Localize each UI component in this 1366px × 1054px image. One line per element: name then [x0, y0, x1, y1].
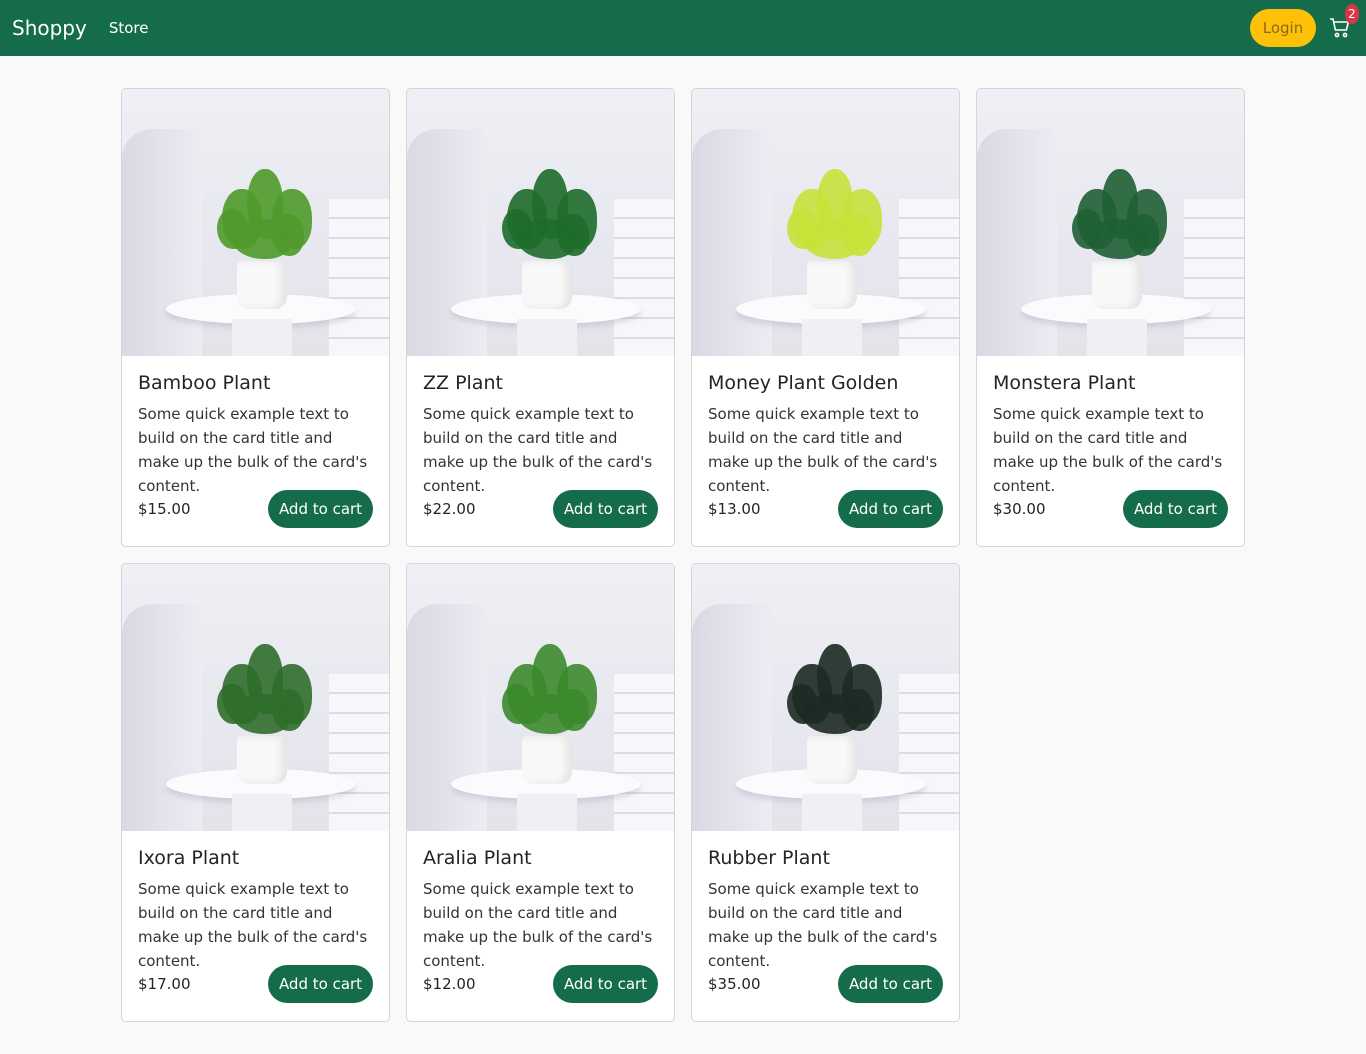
product-card-1: Bamboo Plant Some quick example text to … [121, 88, 390, 547]
card-body: Bamboo Plant Some quick example text to … [122, 356, 389, 544]
cart-count-badge: 2 [1345, 4, 1359, 24]
product-price: $35.00 [708, 975, 761, 993]
product-description: Some quick example text to build on the … [423, 405, 653, 495]
window-backdrop [1184, 199, 1244, 356]
add-to-cart-button[interactable]: Add to cart [1123, 490, 1228, 528]
product-title: Bamboo Plant [138, 372, 271, 394]
chair-backdrop [692, 604, 772, 831]
product-price: $30.00 [993, 500, 1046, 518]
product-card-6: Aralia Plant Some quick example text to … [406, 563, 675, 1022]
leaf-shape [217, 684, 247, 724]
product-card-2: ZZ Plant Some quick example text to buil… [406, 88, 675, 547]
table-leg [802, 794, 862, 831]
add-to-cart-button[interactable]: Add to cart [553, 490, 658, 528]
leaf-shape [502, 209, 532, 249]
add-to-cart-button[interactable]: Add to cart [838, 490, 943, 528]
chair-backdrop [977, 129, 1057, 356]
product-description: Some quick example text to build on the … [138, 880, 368, 970]
table-leg [1087, 319, 1147, 356]
window-backdrop [614, 674, 674, 831]
window-backdrop [899, 199, 959, 356]
window-backdrop [329, 199, 389, 356]
card-body: ZZ Plant Some quick example text to buil… [407, 356, 674, 544]
product-image [407, 564, 674, 831]
plant-pot [807, 736, 857, 784]
plant-pot [237, 261, 287, 309]
product-description: Some quick example text to build on the … [708, 405, 938, 495]
table-leg [232, 794, 292, 831]
product-image [692, 564, 959, 831]
leaf-shape [787, 684, 817, 724]
leaf-shape [842, 214, 874, 256]
leaf-shape [272, 214, 304, 256]
table-leg [232, 319, 292, 356]
leaf-shape [217, 209, 247, 249]
product-image [692, 89, 959, 356]
card-body: Rubber Plant Some quick example text to … [692, 831, 959, 1019]
product-description: Some quick example text to build on the … [708, 880, 938, 970]
leaf-shape [787, 209, 817, 249]
leaf-shape [1072, 209, 1102, 249]
product-price: $13.00 [708, 500, 761, 518]
product-title: Monstera Plant [993, 372, 1136, 394]
leaf-shape [557, 214, 589, 256]
product-price: $12.00 [423, 975, 476, 993]
add-to-cart-button[interactable]: Add to cart [838, 965, 943, 1003]
window-backdrop [614, 199, 674, 356]
leaf-shape [272, 689, 304, 731]
chair-backdrop [407, 129, 487, 356]
product-title: Money Plant Golden [708, 372, 899, 394]
add-to-cart-button[interactable]: Add to cart [553, 965, 658, 1003]
product-card-3: Money Plant Golden Some quick example te… [691, 88, 960, 547]
leaf-shape [502, 684, 532, 724]
card-body: Aralia Plant Some quick example text to … [407, 831, 674, 1019]
cart-button[interactable]: 2 [1328, 4, 1359, 40]
add-to-cart-button[interactable]: Add to cart [268, 965, 373, 1003]
leaf-shape [557, 689, 589, 731]
card-body: Money Plant Golden Some quick example te… [692, 356, 959, 544]
navbar: Shoppy Store Login 2 [0, 0, 1366, 56]
add-to-cart-button[interactable]: Add to cart [268, 490, 373, 528]
product-title: ZZ Plant [423, 372, 503, 394]
chair-backdrop [407, 604, 487, 831]
product-title: Aralia Plant [423, 847, 532, 869]
product-image [407, 89, 674, 356]
table-leg [802, 319, 862, 356]
navbar-actions: Login 2 [1250, 0, 1359, 56]
nav-link-store[interactable]: Store [109, 19, 149, 37]
product-image [122, 89, 389, 356]
card-body: Monstera Plant Some quick example text t… [977, 356, 1244, 544]
leaf-shape [842, 689, 874, 731]
brand-logo[interactable]: Shoppy [12, 16, 87, 40]
table-leg [517, 319, 577, 356]
plant-pot [522, 736, 572, 784]
plant-pot [522, 261, 572, 309]
product-image [122, 564, 389, 831]
product-price: $22.00 [423, 500, 476, 518]
leaf-shape [1127, 214, 1159, 256]
plant-pot [1092, 261, 1142, 309]
product-image [977, 89, 1244, 356]
plant-pot [807, 261, 857, 309]
product-card-4: Monstera Plant Some quick example text t… [976, 88, 1245, 547]
product-description: Some quick example text to build on the … [993, 405, 1223, 495]
window-backdrop [899, 674, 959, 831]
product-title: Rubber Plant [708, 847, 830, 869]
product-price: $17.00 [138, 975, 191, 993]
product-title: Ixora Plant [138, 847, 240, 869]
product-card-5: Ixora Plant Some quick example text to b… [121, 563, 390, 1022]
card-body: Ixora Plant Some quick example text to b… [122, 831, 389, 1019]
table-leg [517, 794, 577, 831]
product-price: $15.00 [138, 500, 191, 518]
login-button[interactable]: Login [1250, 9, 1316, 47]
product-card-7: Rubber Plant Some quick example text to … [691, 563, 960, 1022]
chair-backdrop [692, 129, 772, 356]
product-description: Some quick example text to build on the … [138, 405, 368, 495]
plant-pot [237, 736, 287, 784]
product-grid: Bamboo Plant Some quick example text to … [121, 88, 1245, 1022]
window-backdrop [329, 674, 389, 831]
chair-backdrop [122, 129, 202, 356]
chair-backdrop [122, 604, 202, 831]
product-description: Some quick example text to build on the … [423, 880, 653, 970]
